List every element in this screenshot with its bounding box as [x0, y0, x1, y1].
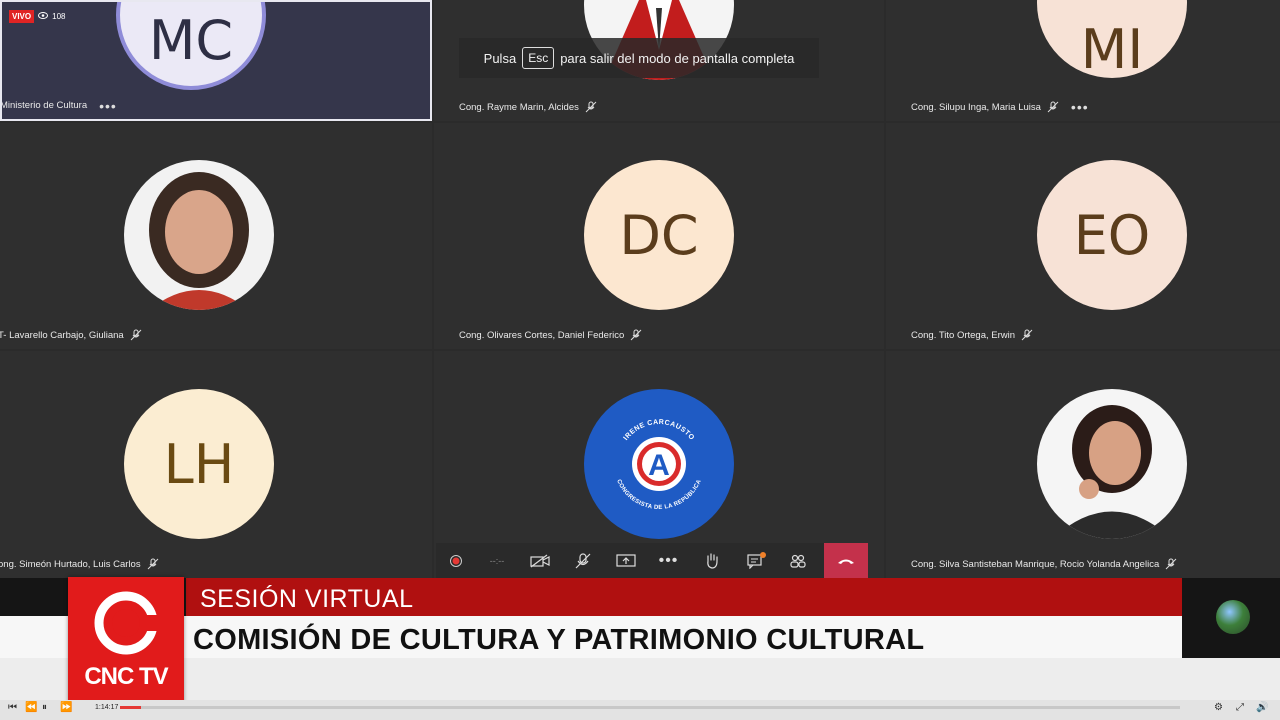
globe-icon — [1216, 600, 1250, 634]
mic-off-icon — [585, 101, 597, 113]
avatar-initials: MI — [1080, 17, 1144, 81]
mic-off-icon — [1021, 329, 1033, 341]
avatar-initials: DC — [619, 203, 699, 267]
player-controls — [0, 700, 1280, 720]
avatar-initials: EO — [1073, 203, 1151, 267]
more-actions-button[interactable]: ••• — [647, 543, 690, 578]
participant-name: Ministerio de Cultura ••• — [0, 99, 117, 113]
camera-toggle-button[interactable] — [518, 543, 561, 578]
participant-name-text: Cong. Rayme Marin, Alcides — [459, 101, 579, 113]
channel-logo: CNC TV — [68, 577, 184, 705]
avatar-initials: MC — [148, 8, 234, 72]
person-portrait-icon — [1052, 405, 1172, 539]
chat-notification-dot — [760, 552, 766, 558]
volume-icon[interactable]: 🔊 — [1256, 702, 1268, 713]
participant-tile-lavarello[interactable]: T- Lavarello Carbajo, Giuliana — [0, 123, 432, 349]
chat-button[interactable] — [733, 543, 776, 578]
mic-off-icon — [1047, 101, 1059, 113]
more-options-icon[interactable]: ••• — [99, 99, 117, 113]
person-portrait-icon — [149, 172, 249, 310]
participant-name-text: Cong. Olivares Cortes, Daniel Federico — [459, 329, 625, 341]
rewind-icon[interactable]: ⏪ — [25, 702, 37, 713]
participant-name: Cong. Silupu Inga, Maria Luisa ••• — [911, 100, 1089, 114]
avatar-photo — [124, 160, 274, 310]
mic-off-icon — [130, 329, 142, 341]
playback-time: 1:14:17 — [95, 704, 119, 711]
eye-icon — [38, 12, 49, 21]
participant-name: Cong. Tito Ortega, Erwin — [911, 329, 1033, 341]
avatar-photo — [1037, 389, 1187, 539]
viewer-count: 108 — [52, 12, 66, 21]
participant-tile-simeon[interactable]: LH ong. Simeón Hurtado, Luis Carlos — [0, 351, 432, 578]
mic-off-icon — [630, 329, 642, 341]
mic-off-icon — [147, 558, 159, 570]
mic-toggle-button[interactable] — [561, 543, 604, 578]
share-screen-icon — [615, 553, 636, 567]
esc-key: Esc — [522, 47, 555, 69]
record-button[interactable] — [436, 543, 476, 578]
fullscreen-icon[interactable]: ⤢ — [1236, 702, 1244, 713]
participant-name-text: T- Lavarello Carbajo, Giuliana — [0, 329, 124, 341]
channel-logo-text: CNC TV — [84, 663, 168, 690]
participant-name: ong. Simeón Hurtado, Luis Carlos — [0, 558, 159, 570]
participants-icon — [789, 554, 806, 568]
progress-fill — [120, 706, 141, 709]
live-indicator: VIVO 108 — [9, 10, 65, 23]
mic-off-icon — [575, 552, 590, 568]
participant-tile-silupu[interactable]: MI Cong. Silupu Inga, Maria Luisa ••• — [886, 0, 1280, 121]
camera-off-icon — [529, 554, 550, 567]
share-screen-button[interactable] — [604, 543, 647, 578]
cnc-logo-icon — [94, 591, 164, 655]
raise-hand-icon — [706, 552, 718, 569]
participants-button[interactable] — [776, 543, 819, 578]
fullscreen-toast: Pulsa Esc para salir del modo de pantall… — [459, 38, 819, 78]
party-logo-icon: A IRENE CARCAUSTO CONGRESISTA DE LA REPÚ… — [615, 419, 702, 511]
call-timer: --:-- — [476, 543, 518, 578]
lower-third-headline: COMISIÓN DE CULTURA Y PATRIMONIO CULTURA… — [193, 624, 925, 656]
participant-name: Cong. Olivares Cortes, Daniel Federico — [459, 329, 642, 341]
lower-third-kicker: SESIÓN VIRTUAL — [200, 585, 414, 613]
avatar: EO — [1037, 160, 1187, 310]
participant-name-text: Cong. Silupu Inga, Maria Luisa — [911, 101, 1041, 113]
participant-name-text: Cong. Tito Ortega, Erwin — [911, 329, 1016, 341]
participant-tile-olivares[interactable]: DC Cong. Olivares Cortes, Daniel Federic… — [434, 123, 884, 349]
avatar: MC — [116, 2, 266, 90]
avatar: DC — [584, 160, 734, 310]
participant-tile-tito[interactable]: EO Cong. Tito Ortega, Erwin — [886, 123, 1280, 349]
call-controls: --:-- ••• — [436, 543, 868, 578]
record-icon — [450, 554, 462, 567]
toast-text-after: para salir del modo de pantalla completa — [560, 50, 795, 66]
toast-text-before: Pulsa — [483, 50, 517, 66]
raise-hand-button[interactable] — [690, 543, 733, 578]
participant-name: Cong. Silva Santisteban Manrique, Rocio … — [911, 558, 1177, 570]
party-logo: A IRENE CARCAUSTO CONGRESISTA DE LA REPÚ… — [584, 389, 734, 539]
participant-tile-ministerio[interactable]: VIVO 108 MC Ministerio de Cultura ••• — [0, 0, 432, 121]
participant-name-text: Cong. Silva Santisteban Manrique, Rocio … — [911, 558, 1160, 570]
skip-back-icon[interactable]: ⏮ — [8, 702, 17, 713]
video-grid: VIVO 108 MC Ministerio de Cultura ••• Co… — [0, 0, 1280, 578]
ticker-strip — [0, 658, 1280, 700]
fast-forward-icon[interactable]: ⏩ — [60, 702, 72, 713]
more-icon: ••• — [658, 551, 679, 569]
participant-name: T- Lavarello Carbajo, Giuliana — [0, 329, 142, 341]
participant-name: Cong. Rayme Marin, Alcides — [459, 101, 597, 113]
pause-icon[interactable]: ⏸ — [42, 702, 47, 713]
live-badge: VIVO — [9, 10, 35, 23]
avatar: MI — [1037, 0, 1187, 81]
settings-icon[interactable]: ⚙ — [1214, 702, 1223, 713]
participant-name-text: Ministerio de Cultura — [0, 100, 88, 111]
more-options-icon[interactable]: ••• — [1071, 100, 1089, 114]
hang-up-icon — [838, 559, 854, 564]
progress-track[interactable] — [120, 706, 1180, 709]
participant-tile-silva[interactable]: Cong. Silva Santisteban Manrique, Rocio … — [886, 351, 1280, 578]
avatar: LH — [124, 389, 274, 539]
party-logo-letter: A — [648, 449, 670, 482]
participant-name-text: ong. Simeón Hurtado, Luis Carlos — [0, 558, 141, 570]
avatar-initials: LH — [163, 432, 235, 496]
mic-off-icon — [1165, 558, 1177, 570]
hang-up-button[interactable] — [824, 543, 868, 578]
call-timer-text: --:-- — [489, 555, 505, 566]
